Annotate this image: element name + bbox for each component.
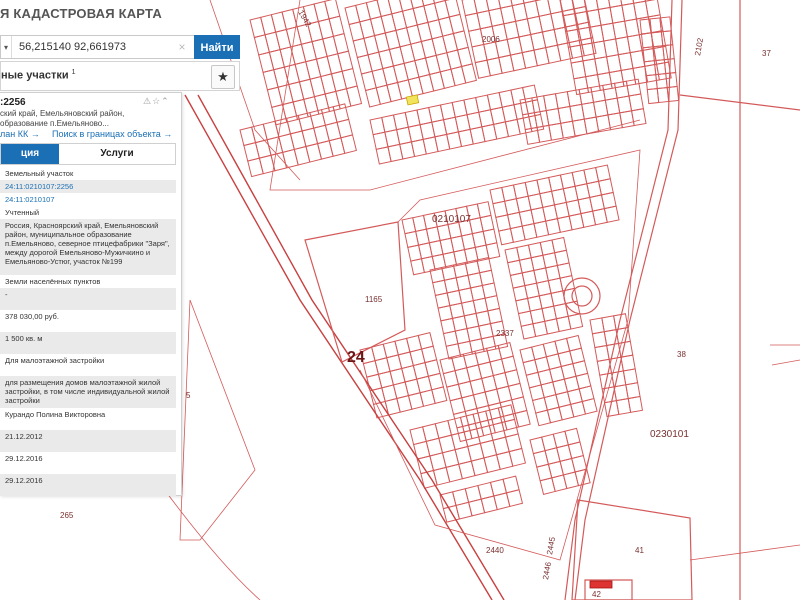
warning-icon[interactable]: ⚠ — [143, 96, 152, 106]
map-label-0210107: 0210107 — [432, 214, 471, 225]
map-label-265: 265 — [60, 511, 74, 520]
attribute-row: Для малоэтажной застройки — [5, 356, 105, 365]
object-id: :2256 — [0, 97, 26, 108]
attribute-row: Земельный участок — [5, 169, 74, 178]
attribute-row[interactable]: 24:11:0210107:2256 — [0, 180, 176, 193]
results-header: ные участки 1 ★ — [0, 61, 240, 91]
search-bar: ▾ × Найти — [0, 35, 240, 59]
star-icon[interactable]: ★ — [211, 65, 235, 89]
map-label-41: 41 — [635, 546, 644, 555]
attribute-row: Россия, Красноярский край, Емельяновский… — [0, 219, 176, 275]
attribute-row: для размещения домов малоэтажной жилой з… — [0, 376, 176, 408]
map-label-2006: 2006 — [482, 35, 500, 44]
results-count: 1 — [71, 69, 76, 76]
object-info-panel: :2256 ⚠☆⌃ ский край, Емельяновский район… — [0, 92, 182, 496]
page-title: Я КАДАСТРОВАЯ КАРТА — [0, 6, 162, 21]
attribute-row: Земли населённых пунктов — [5, 277, 101, 286]
panel-tabs: ция Услуги — [0, 143, 176, 165]
attribute-row: 21.12.2012 — [0, 430, 176, 452]
results-title: ные участки 1 — [1, 69, 76, 82]
attribute-row[interactable]: 24:11:0210107 — [0, 193, 176, 206]
map-label-1165: 1165 — [365, 295, 383, 304]
tab-services[interactable]: Услуги — [59, 144, 175, 164]
map-label-5: 5 — [186, 391, 191, 400]
object-address: ский край, Емельяновский район, образова… — [0, 109, 125, 128]
map-label-42: 42 — [592, 590, 601, 599]
map-label-2337: 2337 — [496, 329, 514, 338]
attribute-row: Курандо Полина Викторовна — [5, 410, 106, 419]
attribute-list: Земельный участок 24:11:0210107:2256 24:11… — [0, 167, 176, 496]
building-marker — [589, 580, 613, 589]
chevron-up-icon[interactable]: ⌃ — [161, 96, 170, 106]
map-label-0230101: 0230101 — [650, 429, 689, 440]
plan-link[interactable]: лан КК → — [0, 129, 40, 139]
search-input[interactable] — [13, 38, 185, 56]
road-number-label: 24 — [347, 349, 365, 366]
chevron-down-icon[interactable]: ▾ — [1, 36, 12, 58]
attribute-row: Учтенный — [5, 208, 40, 217]
panel-icons: ⚠☆⌃ — [143, 96, 170, 107]
tab-info[interactable]: ция — [1, 144, 59, 164]
selected-parcel[interactable] — [405, 94, 420, 106]
attribute-row: 29.12.2016 — [0, 474, 176, 496]
attribute-row: - — [0, 288, 176, 310]
attribute-row: 1 500 кв. м — [0, 332, 176, 354]
search-in-bounds-link[interactable]: Поиск в границах объекта → — [52, 129, 172, 139]
search-button[interactable]: Найти — [194, 35, 240, 59]
map-label-37: 37 — [762, 49, 771, 58]
attribute-row: 378 030,00 руб. — [5, 312, 59, 321]
map-label-2440: 2440 — [486, 546, 504, 555]
attribute-row: 29.12.2016 — [5, 454, 43, 463]
map-label-38: 38 — [677, 350, 686, 359]
close-icon[interactable]: × — [176, 38, 188, 56]
star-outline-icon[interactable]: ☆ — [152, 96, 161, 106]
